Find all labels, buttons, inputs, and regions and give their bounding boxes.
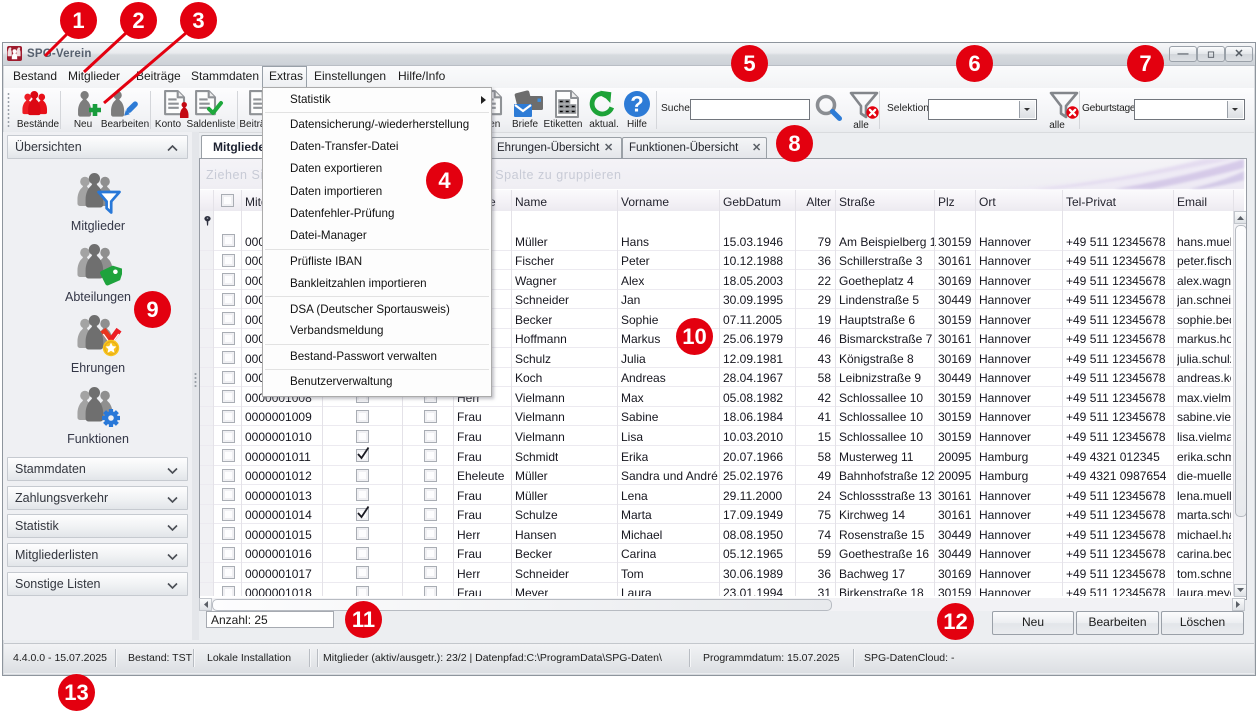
- svg-text:?: ?: [630, 92, 643, 117]
